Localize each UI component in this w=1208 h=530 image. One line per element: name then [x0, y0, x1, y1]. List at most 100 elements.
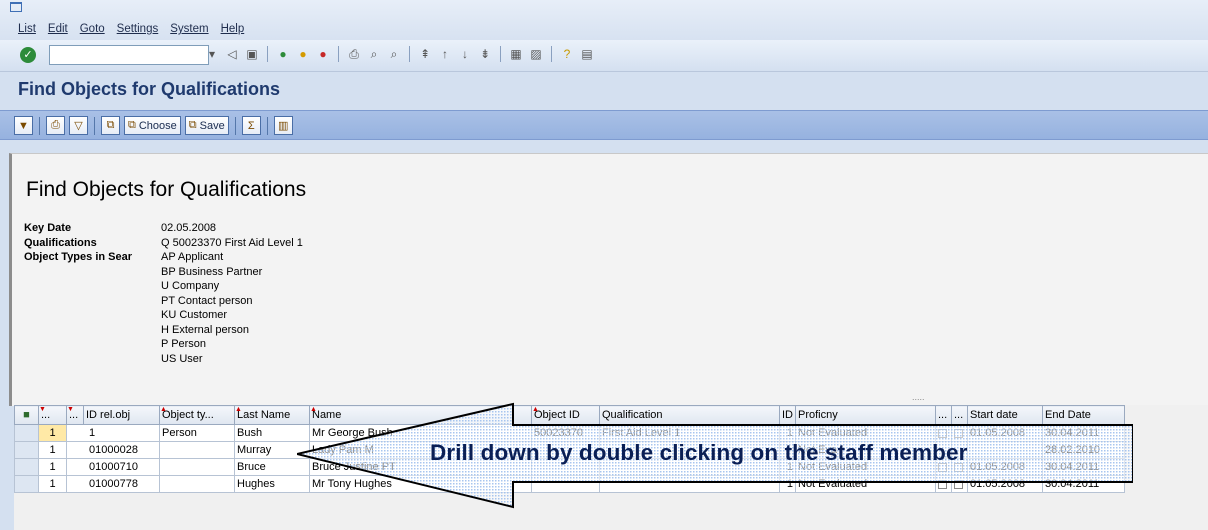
cell-object-id[interactable]: 50023370 [531, 424, 600, 442]
layout-button[interactable]: ▥ [273, 116, 293, 135]
cell-last-name[interactable]: Hughes [234, 475, 310, 493]
cell[interactable] [159, 458, 235, 476]
back-arrow-icon[interactable]: ◁ [224, 46, 240, 62]
window-menu-icon[interactable] [10, 2, 22, 12]
cell-object-id[interactable] [531, 475, 600, 493]
cell-end-date[interactable]: 30.04.2011 [1042, 424, 1125, 442]
menu-goto[interactable]: Goto [80, 23, 105, 35]
save-icon[interactable]: ▣ [244, 46, 260, 62]
cell[interactable]: 1 [38, 424, 67, 442]
cell-proficiency[interactable]: Not Evaluated [795, 475, 936, 493]
cell-start-date[interactable]: 01.05.2008 [967, 458, 1043, 476]
filter-button[interactable]: ▼ [14, 116, 33, 135]
cell-id[interactable]: 1 [779, 424, 796, 442]
cell-id[interactable]: 1 [779, 475, 796, 493]
checkbox[interactable] [951, 424, 968, 442]
col-header[interactable]: ... [935, 405, 952, 425]
row-selector[interactable] [14, 458, 39, 476]
col-header-id[interactable]: ID [779, 405, 796, 425]
set-filter-icon: ▽ [74, 120, 83, 132]
splitter-handle[interactable]: ..... [912, 392, 925, 402]
cell-end-date[interactable]: 30.04.2011 [1042, 475, 1125, 493]
next-page-icon[interactable]: ↓ [457, 46, 473, 62]
first-page-icon[interactable]: ⇞ [417, 46, 433, 62]
object-type-item: US User [161, 352, 203, 365]
sum-button[interactable]: Σ [241, 116, 261, 135]
cancel-icon[interactable]: ● [315, 46, 331, 62]
cell-name[interactable]: Mr George Bush [309, 424, 532, 442]
cell[interactable]: 1 [38, 458, 67, 476]
shortcut-icon[interactable]: ▨ [528, 46, 544, 62]
table-row[interactable]: 1 01000778 Hughes Mr Tony Hughes 1 Not E… [14, 475, 1125, 493]
cell[interactable] [159, 475, 235, 493]
menu-system[interactable]: System [170, 23, 208, 35]
cell[interactable]: 01000028 [66, 441, 160, 459]
cell[interactable]: 01000778 [66, 475, 160, 493]
col-header[interactable]: ... [951, 405, 968, 425]
checkbox[interactable] [935, 424, 952, 442]
row-selector[interactable] [14, 424, 39, 442]
separator [551, 46, 552, 62]
col-header-object-id[interactable]: ▲ Object ID [531, 405, 600, 425]
new-session-icon[interactable]: ▦ [508, 46, 524, 62]
cell[interactable]: 01000710 [66, 458, 160, 476]
cell-last-name[interactable]: Bush [234, 424, 310, 442]
cell-last-name[interactable]: Murray [234, 441, 310, 459]
print-preview-button[interactable]: ⎙ [46, 116, 65, 135]
cell-name[interactable]: Mr Tony Hughes [309, 475, 532, 493]
cell-start-date[interactable] [967, 441, 1043, 459]
report-header-panel: Find Objects for Qualifications Key Date… [9, 153, 1208, 406]
menu-edit[interactable]: Edit [48, 23, 68, 35]
row-selector[interactable] [14, 441, 39, 459]
col-header-start-date[interactable]: Start date [967, 405, 1043, 425]
exit-icon[interactable]: ● [295, 46, 311, 62]
dropdown-icon[interactable]: ▾ [204, 46, 220, 62]
col-header-proficiency[interactable]: Proficny [795, 405, 936, 425]
choose-button[interactable]: ⧉ Choose [124, 116, 181, 135]
cell-end-date[interactable]: 28.02.2010 [1042, 441, 1125, 459]
col-header-end-date[interactable]: End Date [1042, 405, 1125, 425]
save-button[interactable]: ⧉ Save [184, 116, 229, 135]
table-row[interactable]: 1 1 Person Bush Mr George Bush 50023370 … [14, 424, 1125, 442]
cell-end-date[interactable]: 30.04.2011 [1042, 458, 1125, 476]
checkbox[interactable] [935, 475, 952, 493]
cell-last-name[interactable]: Bruce [234, 458, 310, 476]
menu-list[interactable]: List [18, 23, 36, 35]
separator [39, 116, 40, 135]
col-header[interactable]: ▼... [38, 405, 67, 425]
set-filter-button[interactable]: ▽ [69, 116, 88, 135]
col-header[interactable]: ▼... [66, 405, 84, 425]
find-icon[interactable]: ⌕ [366, 46, 382, 62]
col-header-id-rel-obj[interactable]: ID rel.obj [83, 405, 160, 425]
col-header-last-name[interactable]: ▲ Last Name [234, 405, 310, 425]
cell-qualification[interactable] [599, 475, 780, 493]
cell[interactable] [159, 441, 235, 459]
row-selector[interactable] [14, 475, 39, 493]
cell[interactable]: 1 [38, 441, 67, 459]
back-icon[interactable]: ● [275, 46, 291, 62]
enter-icon[interactable]: ✓ [20, 47, 36, 63]
object-types-label: Object Types in Sear [24, 251, 133, 263]
col-header-object-type[interactable]: ▲ Object ty... [159, 405, 235, 425]
cell-qualification[interactable]: First Aid Level 1 [599, 424, 780, 442]
cell-start-date[interactable]: 01.05.2008 [967, 424, 1043, 442]
menu-help[interactable]: Help [221, 23, 245, 35]
checkbox[interactable] [951, 475, 968, 493]
menu-settings[interactable]: Settings [117, 23, 159, 35]
cell-proficiency[interactable]: Not Evaluated [795, 424, 936, 442]
col-header-name[interactable]: ▲ Name [309, 405, 532, 425]
command-field[interactable] [49, 45, 209, 65]
cell[interactable]: 1 [38, 475, 67, 493]
prev-page-icon[interactable]: ↑ [437, 46, 453, 62]
select-all-icon[interactable]: ■ [14, 405, 39, 425]
find-next-icon[interactable]: ⌕ [386, 46, 402, 62]
cell[interactable]: 1 [66, 424, 160, 442]
col-header-qualification[interactable]: Qualification [599, 405, 780, 425]
layout-icon[interactable]: ▤ [579, 46, 595, 62]
help-icon[interactable]: ? [559, 46, 575, 62]
copy-button[interactable]: ⧉ [101, 116, 120, 135]
last-page-icon[interactable]: ⇟ [477, 46, 493, 62]
print-icon[interactable]: ⎙ [346, 46, 362, 62]
cell[interactable]: Person [159, 424, 235, 442]
cell-start-date[interactable]: 01.05.2008 [967, 475, 1043, 493]
